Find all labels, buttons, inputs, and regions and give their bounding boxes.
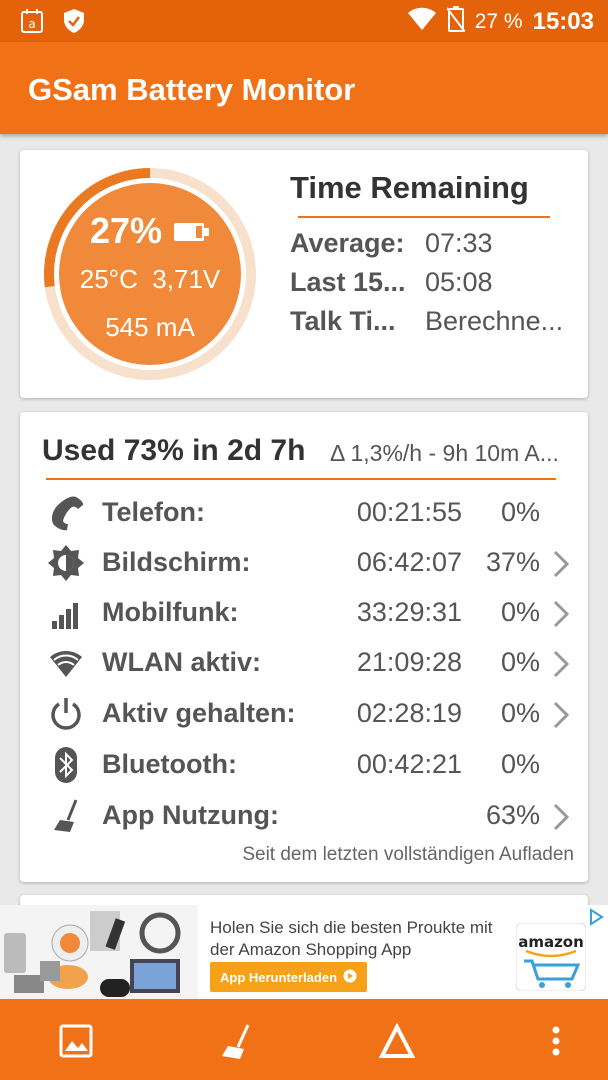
chevron-right-icon[interactable] — [552, 649, 570, 679]
time-remaining-row: Average: 07:33 — [290, 228, 580, 264]
app-title: GSam Battery Monitor — [28, 72, 356, 107]
amazon-notification-icon: a — [20, 8, 44, 39]
battery-temperature: 25°C — [79, 264, 138, 294]
amazon-logo[interactable]: amazon — [515, 922, 587, 992]
status-bar: a 27 % 15:03 — [0, 0, 608, 42]
bottom-action-bar — [0, 999, 608, 1080]
delta-icon[interactable] — [377, 1021, 417, 1061]
phone-icon — [46, 495, 86, 531]
broom-icon — [46, 798, 86, 834]
battery-summary-card[interactable]: 27% 25°C 3,71V 545 mA Time Remaining Ave… — [20, 150, 588, 398]
time-remaining-title: Time Remaining — [290, 170, 529, 205]
battery-percent-value: 27% — [89, 210, 163, 251]
battery-percent: 27 % — [474, 10, 523, 33]
time-remaining-label: Talk Ti... — [290, 306, 396, 336]
time-remaining-row: Last 15... 05:08 — [290, 267, 580, 303]
shield-check-icon — [62, 8, 86, 39]
image-icon[interactable] — [56, 1021, 96, 1061]
usage-row-telefon[interactable]: Telefon: 00:21:55 0% — [20, 491, 588, 535]
usage-row-bildschirm[interactable]: Bildschirm: 06:42:07 37% — [20, 541, 588, 585]
usage-label: Mobilfunk: — [102, 597, 239, 627]
power-icon — [46, 696, 86, 732]
time-remaining-row: Talk Ti... Berechne... — [290, 306, 580, 342]
time-remaining-divider — [298, 216, 550, 218]
battery-current: 545 mA — [105, 312, 195, 342]
app-bar: GSam Battery Monitor — [0, 42, 608, 134]
usage-time: 06:42:07 — [356, 547, 462, 577]
time-remaining-value: 07:33 — [425, 228, 493, 258]
ad-download-button[interactable]: App Herunterladen — [210, 962, 368, 992]
usage-row-mobilfunk[interactable]: Mobilfunk: 33:29:31 0% — [20, 591, 588, 635]
usage-rate: Δ 1,3%/h - 9h 10m A... — [330, 440, 559, 466]
usage-label: WLAN aktiv: — [102, 647, 262, 677]
broom-icon[interactable] — [216, 1021, 256, 1061]
usage-card: Used 73% in 2d 7h Δ 1,3%/h - 9h 10m A...… — [20, 412, 588, 882]
usage-percent: 0% — [500, 497, 540, 527]
usage-label: App Nutzung: — [102, 800, 279, 830]
battery-gauge[interactable]: 27% 25°C 3,71V 545 mA — [42, 166, 258, 382]
svg-text:a: a — [28, 17, 35, 31]
battery-voltage: 3,71V — [152, 264, 221, 294]
battery-charging-off-icon — [445, 6, 466, 38]
play-circle-icon — [343, 969, 357, 986]
usage-time: 00:42:21 — [356, 749, 462, 779]
bluetooth-icon — [46, 747, 86, 783]
usage-percent: 63% — [485, 800, 540, 830]
time-remaining-label: Last 15... — [290, 267, 406, 297]
usage-row-wlan[interactable]: WLAN aktiv: 21:09:28 0% — [20, 641, 588, 685]
usage-label: Bluetooth: — [102, 749, 237, 779]
usage-divider — [46, 478, 556, 480]
battery-temp-voltage: 25°C 3,71V — [42, 264, 258, 295]
signal-bars-icon — [46, 595, 86, 631]
usage-label: Aktiv gehalten: — [102, 698, 296, 728]
usage-label: Bildschirm: — [102, 547, 251, 577]
time-remaining-value: 05:08 — [425, 267, 493, 297]
usage-time: 02:28:19 — [356, 698, 462, 728]
ad-button-label: App Herunterladen — [220, 969, 338, 985]
wifi-icon — [407, 7, 437, 37]
wifi-icon — [46, 645, 86, 681]
brightness-icon — [46, 545, 86, 581]
chevron-right-icon[interactable] — [552, 802, 570, 832]
ad-product-collage[interactable] — [0, 905, 198, 999]
usage-percent: 0% — [500, 698, 540, 728]
clock: 15:03 — [532, 8, 594, 35]
ad-text[interactable]: Holen Sie sich die besten Proukte mit de… — [210, 917, 510, 961]
time-remaining-value: Berechne... — [425, 306, 564, 336]
usage-percent: 37% — [485, 547, 540, 577]
battery-icon — [174, 210, 210, 252]
chevron-right-icon[interactable] — [552, 549, 570, 579]
more-vert-icon[interactable] — [536, 1021, 576, 1061]
usage-percent: 0% — [500, 647, 540, 677]
chevron-right-icon[interactable] — [552, 700, 570, 730]
usage-percent: 0% — [500, 597, 540, 627]
usage-row-app-nutzung[interactable]: App Nutzung: 63% — [20, 794, 588, 838]
ad-banner[interactable]: Holen Sie sich die besten Proukte mit de… — [0, 905, 608, 999]
usage-time: 21:09:28 — [356, 647, 462, 677]
usage-time: 00:21:55 — [356, 497, 462, 527]
usage-footnote: Seit dem letzten vollständigen Aufladen — [242, 844, 574, 865]
usage-title: Used 73% in 2d 7h — [42, 434, 306, 467]
battery-percent-display: 27% — [42, 210, 258, 252]
usage-time: 33:29:31 — [356, 597, 462, 627]
svg-text:amazon: amazon — [518, 933, 584, 951]
time-remaining-label: Average: — [290, 228, 405, 258]
usage-percent: 0% — [500, 749, 540, 779]
usage-label: Telefon: — [102, 497, 205, 527]
adchoices-icon[interactable] — [586, 907, 606, 927]
usage-row-bluetooth[interactable]: Bluetooth: 00:42:21 0% — [20, 743, 588, 787]
usage-row-aktiv-gehalten[interactable]: Aktiv gehalten: 02:28:19 0% — [20, 692, 588, 736]
chevron-right-icon[interactable] — [552, 599, 570, 629]
